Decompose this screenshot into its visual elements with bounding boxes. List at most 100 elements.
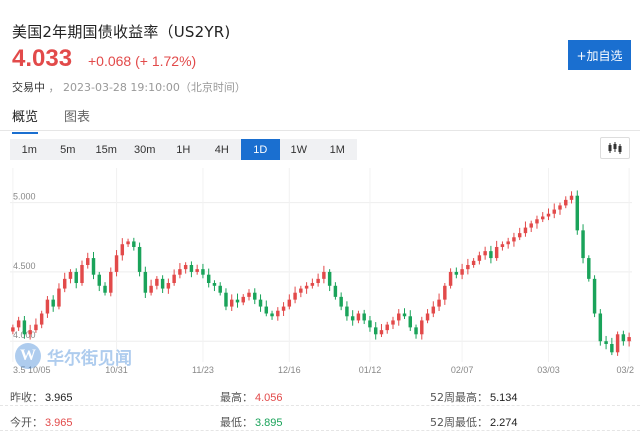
candle-body	[477, 255, 482, 261]
chart-type-button[interactable]	[600, 137, 630, 159]
candle-body	[420, 320, 424, 335]
period-1d[interactable]: 1D	[241, 139, 280, 160]
candle-body	[610, 343, 614, 353]
candle-body	[587, 258, 591, 279]
candlestick-icon	[608, 142, 622, 154]
candle-body	[230, 299, 234, 307]
stat-value: 3.965	[45, 392, 73, 404]
candle-body	[316, 278, 320, 284]
candle-body	[155, 278, 159, 286]
candle-body	[460, 269, 464, 275]
candle-body	[356, 313, 361, 321]
stat-52w-high: 52周最高： 5.134	[430, 389, 518, 405]
add-watchlist-button[interactable]: +加自选	[568, 40, 631, 70]
candle-body	[74, 271, 78, 284]
x-tick-label: 03/2	[616, 365, 634, 375]
candle-body	[604, 341, 608, 344]
period-15m[interactable]: 15m	[87, 139, 126, 160]
x-tick-label: 12/16	[278, 365, 301, 375]
period-selector: 1m 5m 15m 30m 1H 4H 1D 1W 1M	[10, 139, 357, 160]
x-tick-label: 02/07	[451, 365, 474, 375]
stat-label: 52周最低：	[430, 416, 488, 429]
period-30m[interactable]: 30m	[126, 139, 165, 160]
period-1m[interactable]: 1m	[10, 139, 49, 160]
candle-body	[333, 285, 338, 297]
candle-body	[57, 288, 61, 307]
candle-body	[535, 219, 539, 224]
candle-body	[454, 271, 459, 275]
stats-row-1: 昨收： 3.965 最高： 4.056 52周最高： 5.134	[0, 386, 640, 406]
candle-body	[45, 299, 50, 314]
candle-body	[379, 330, 384, 335]
candle-body	[414, 327, 418, 335]
candle-body	[51, 299, 55, 307]
candle-body	[287, 299, 292, 307]
candle-body	[558, 205, 562, 210]
candle-body	[529, 223, 533, 228]
candle-body	[241, 296, 245, 303]
candle-body	[126, 241, 130, 245]
candle-body	[299, 288, 303, 293]
x-tick-label: 11/23	[192, 365, 214, 375]
candle-body	[564, 199, 568, 206]
candle-body	[97, 274, 101, 286]
candle-body	[512, 237, 516, 242]
candle-body	[546, 213, 551, 217]
stat-high: 最高： 4.056	[220, 389, 283, 405]
candle-body	[552, 209, 556, 214]
period-5m[interactable]: 5m	[49, 139, 88, 160]
candle-body	[362, 313, 366, 321]
period-4h[interactable]: 4H	[203, 139, 242, 160]
candle-body	[345, 306, 349, 317]
candle-body	[91, 258, 96, 275]
candle-body	[506, 241, 510, 245]
candle-body	[172, 274, 176, 284]
candle-body	[627, 337, 631, 342]
candle-body	[189, 265, 194, 272]
stat-label: 最高：	[220, 391, 253, 404]
candle-body	[471, 260, 476, 265]
candle-body	[28, 330, 32, 335]
candle-body	[137, 246, 142, 272]
stat-value: 5.134	[490, 392, 518, 404]
candle-body	[149, 285, 153, 293]
candle-body	[206, 274, 211, 284]
candle-body	[483, 251, 487, 256]
candle-body	[62, 278, 67, 289]
candle-body	[425, 313, 430, 321]
candle-body	[304, 285, 309, 289]
stat-low: 最低： 3.895	[220, 414, 283, 430]
candle-body	[281, 306, 286, 311]
period-1mo[interactable]: 1M	[318, 139, 357, 160]
candle-body	[22, 320, 27, 335]
stat-value: 2.274	[490, 417, 518, 429]
candle-body	[368, 320, 372, 328]
candle-body	[437, 299, 441, 307]
candle-body	[166, 283, 171, 289]
candle-body	[541, 216, 545, 220]
status-label: 交易中	[12, 81, 45, 94]
candle-body	[592, 278, 597, 314]
candle-body	[443, 285, 447, 300]
candle-body	[212, 283, 217, 286]
candle-body	[16, 320, 21, 328]
candle-body	[218, 285, 222, 293]
stat-52w-low: 52周最低： 2.274	[430, 414, 518, 430]
stat-label: 最低：	[220, 416, 253, 429]
candle-body	[86, 258, 90, 265]
y-tick-label: 4.500	[13, 261, 36, 271]
candle-body	[80, 265, 84, 284]
candle-body	[11, 327, 15, 332]
candle-body	[431, 306, 436, 314]
period-1w[interactable]: 1W	[280, 139, 319, 160]
candle-body	[466, 265, 470, 270]
x-tick-label: 03/03	[537, 365, 560, 375]
candle-body	[120, 244, 125, 256]
stat-value: 3.895	[255, 417, 283, 429]
candle-body	[178, 269, 182, 275]
period-1h[interactable]: 1H	[164, 139, 203, 160]
candle-body	[517, 233, 522, 238]
candle-body	[293, 292, 297, 300]
candle-body	[247, 292, 251, 297]
stat-label: 昨收：	[10, 391, 43, 404]
